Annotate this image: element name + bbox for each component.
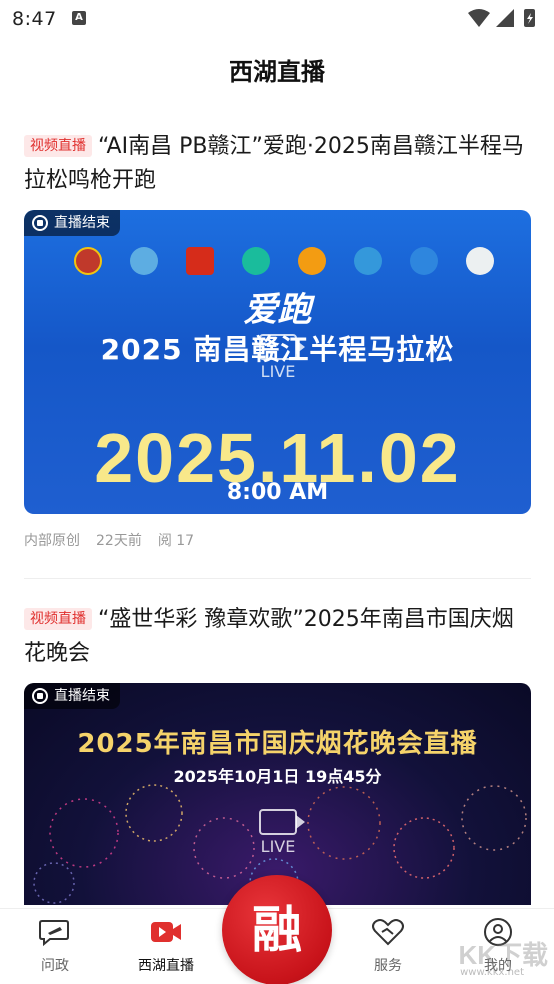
- notification-icon: A: [72, 11, 86, 25]
- video-thumbnail[interactable]: 2025年南昌市国庆烟花晚会直播 2025年10月1日 19点45分 LIVE …: [24, 683, 531, 905]
- tab-wenzheng[interactable]: 问政: [15, 917, 95, 975]
- aipao-logo: [410, 247, 438, 275]
- video-live-badge: 视频直播: [24, 135, 92, 157]
- divider: [24, 578, 531, 579]
- tab-label: 问政: [41, 958, 69, 974]
- poster-time: 8:00 AM: [226, 480, 329, 505]
- seal-logo: [186, 247, 214, 275]
- poster-datetime: 2025年10月1日 19点45分: [173, 767, 382, 786]
- live-label: LIVE: [260, 362, 296, 381]
- tab-xihu-live[interactable]: 西湖直播: [126, 917, 206, 975]
- poster-heading: 爱跑: [243, 290, 312, 330]
- fireworks-illustration: [33, 784, 527, 905]
- watermark-url: www.kkx.net: [460, 967, 524, 978]
- sponsor-logos: [74, 244, 494, 278]
- feed-item-meta: 内部原创 22天前 阅 17: [24, 530, 531, 550]
- video-thumbnail[interactable]: 爱跑 2025 南昌赣江半程马拉松 2025.11.02 8:00 AM LIV…: [24, 210, 531, 514]
- video-camera-icon: [259, 809, 305, 835]
- gusto-logo: [466, 247, 494, 275]
- ganjiang-district-logo: [242, 247, 270, 275]
- stop-circle-icon: [32, 215, 48, 231]
- signal-icon: [496, 9, 514, 27]
- live-status-badge: 直播结束: [24, 683, 120, 709]
- feed-item[interactable]: 视频直播 “盛世华彩 豫章欢歌”2025年南昌市国庆烟花晚会 2025年南昌市国庆…: [24, 603, 531, 905]
- feed-item-title[interactable]: 视频直播 “盛世华彩 豫章欢歌”2025年南昌市国庆烟花晚会: [24, 603, 531, 671]
- feed-item-title[interactable]: 视频直播 “AI南昌 PB赣江”爱跑·2025南昌赣江半程马拉松鸣枪开跑: [24, 130, 531, 198]
- live-play-overlay[interactable]: LIVE: [252, 809, 305, 856]
- tab-label: 西湖直播: [138, 958, 194, 974]
- heart-handshake-icon: [372, 919, 404, 946]
- feed-item[interactable]: 视频直播 “AI南昌 PB赣江”爱跑·2025南昌赣江半程马拉松鸣枪开跑 爱跑 2…: [24, 130, 531, 550]
- poster-title: 2025年南昌市国庆烟花晚会直播: [77, 729, 478, 759]
- center-logo-button[interactable]: 融: [222, 875, 332, 984]
- time-ago: 22天前: [96, 533, 142, 549]
- status-bar: 8:47 A: [0, 0, 554, 38]
- source-label: 内部原创: [24, 533, 80, 549]
- video-live-badge: 视频直播: [24, 608, 92, 630]
- video-camera-icon: [259, 334, 305, 360]
- tab-services[interactable]: 服务: [348, 917, 428, 975]
- page-title: 西湖直播: [229, 58, 325, 86]
- system-status-icons: [468, 9, 535, 27]
- stop-circle-icon: [32, 688, 48, 704]
- live-status-text: 直播结束: [54, 215, 110, 231]
- emblem-logo: [74, 247, 102, 275]
- live-label: LIVE: [260, 837, 296, 856]
- runner-logo: [298, 247, 326, 275]
- china-marathon-logo: [130, 247, 158, 275]
- status-time: 8:47: [12, 8, 57, 30]
- live-play-overlay[interactable]: LIVE: [252, 334, 305, 381]
- wifi-icon: [468, 9, 490, 27]
- read-count: 阅 17: [157, 533, 195, 549]
- live-status-text: 直播结束: [54, 688, 110, 704]
- tab-label: 服务: [374, 958, 402, 974]
- feed-item-title-text: “AI南昌 PB赣江”爱跑·2025南昌赣江半程马拉松鸣枪开跑: [24, 134, 524, 193]
- bottom-tab-bar: 问政 西湖直播 融 服务 我的 KK下载 www.kkx.net: [0, 875, 554, 984]
- chat-edit-icon: [39, 920, 69, 947]
- feed-item-title-text: “盛世华彩 豫章欢歌”2025年南昌市国庆烟花晚会: [24, 607, 514, 666]
- live-status-badge: 直播结束: [24, 210, 120, 236]
- video-camera-icon: [151, 922, 181, 942]
- half-marathon-logo: [354, 247, 382, 275]
